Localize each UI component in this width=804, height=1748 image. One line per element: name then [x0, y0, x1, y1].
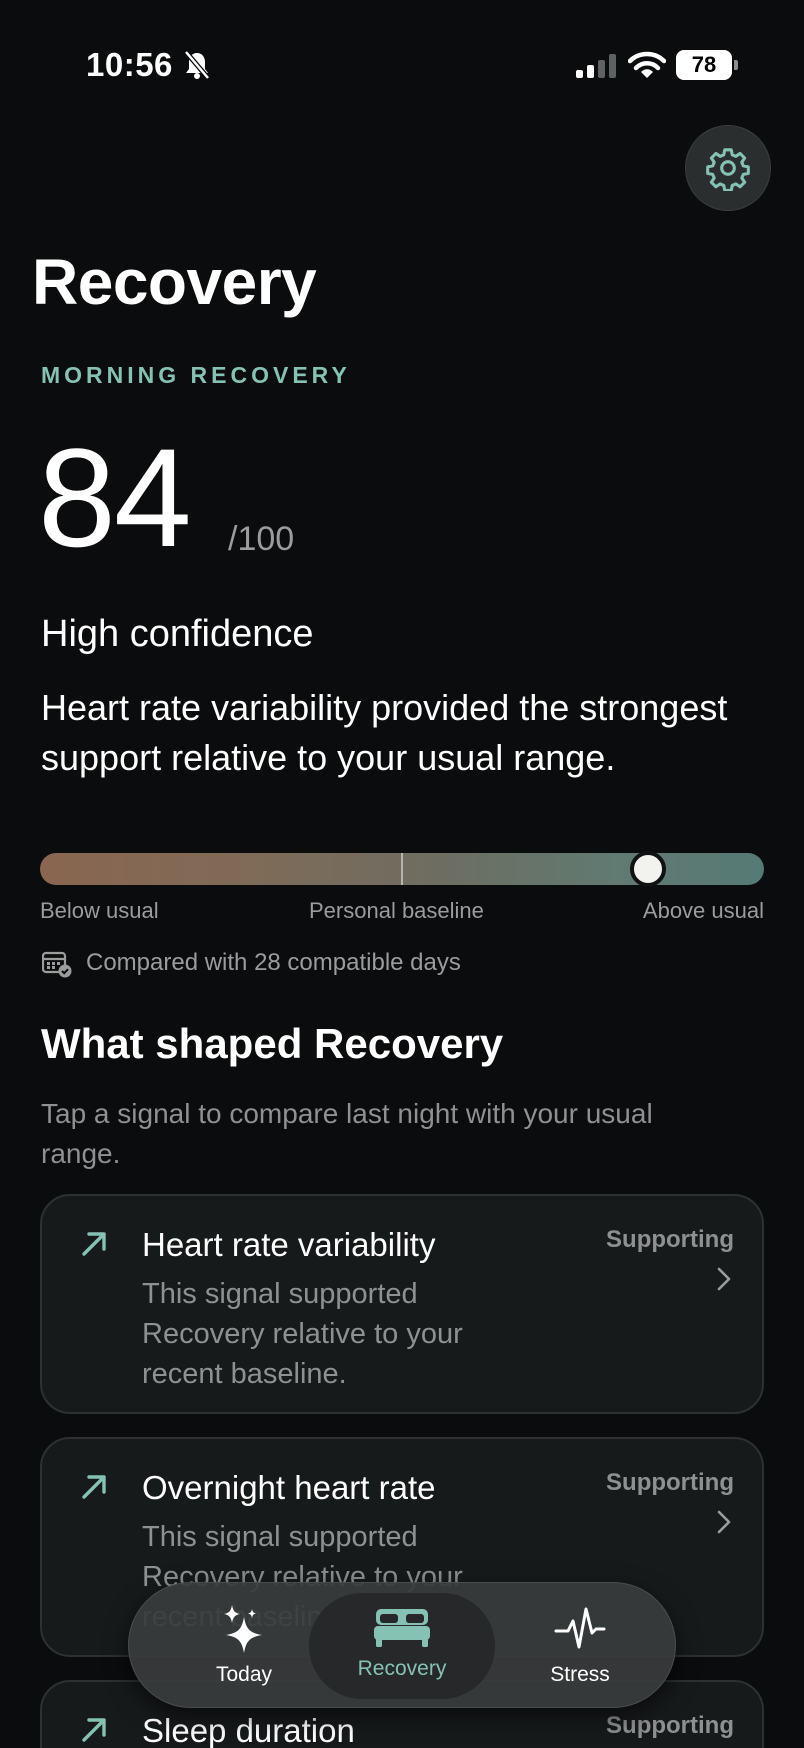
range-indicator-thumb [630, 851, 667, 887]
chevron-right-icon [717, 1267, 731, 1291]
tab-label: Stress [550, 1663, 610, 1686]
tab-today[interactable]: Today [169, 1583, 319, 1709]
tab-label: Recovery [357, 1657, 447, 1680]
section-eyebrow: MORNING RECOVERY [41, 362, 351, 388]
arrow-up-right-icon [82, 1475, 106, 1499]
arrow-up-right-icon [82, 1718, 106, 1742]
signal-description: This signal supported Recovery relative … [142, 1278, 463, 1390]
sparkles-icon [224, 1605, 262, 1653]
calendar-check-icon [42, 951, 72, 978]
range-label-above: Above usual [642, 898, 764, 923]
section-subtitle: Tap a signal to compare last night with … [41, 1098, 653, 1169]
tab-recovery[interactable]: Recovery [309, 1593, 495, 1699]
score-suffix: /100 [228, 520, 295, 558]
heartbeat-icon [554, 1607, 606, 1649]
recovery-score: 84 [38, 419, 192, 576]
range-label-baseline: Personal baseline [309, 898, 484, 923]
settings-button[interactable] [685, 125, 771, 211]
range-label-below: Below usual [40, 898, 159, 923]
confidence-label: High confidence [41, 613, 314, 655]
signal-title: Overnight heart rate [142, 1469, 436, 1506]
cellular-signal-icon [576, 54, 616, 78]
signal-status: Supporting [606, 1712, 734, 1739]
signal-title: Heart rate variability [142, 1226, 436, 1263]
signal-status: Supporting [606, 1226, 734, 1253]
arrow-up-right-icon [82, 1232, 106, 1256]
signal-status: Supporting [606, 1469, 734, 1496]
signal-title: Sleep duration [142, 1712, 355, 1748]
tab-label: Today [215, 1663, 273, 1686]
baseline-marker [401, 853, 403, 885]
status-time: 10:56 [86, 46, 173, 83]
bell-slash-icon [184, 50, 210, 80]
wifi-icon [628, 51, 666, 78]
comparison-note: Compared with 28 compatible days [86, 949, 461, 976]
section-title: What shaped Recovery [41, 1020, 504, 1067]
battery-indicator: 78 [676, 50, 738, 80]
tab-stress[interactable]: Stress [505, 1583, 655, 1709]
signal-card-hrv[interactable]: Heart rate variability This signal suppo… [40, 1194, 764, 1414]
tab-bar: Today Recovery Stress [128, 1582, 676, 1708]
chevron-right-icon [717, 1510, 731, 1534]
bed-icon [374, 1609, 430, 1647]
recovery-summary: Heart rate variability provided the stro… [41, 687, 728, 778]
page-title: Recovery [32, 246, 317, 318]
gear-icon [706, 148, 750, 191]
